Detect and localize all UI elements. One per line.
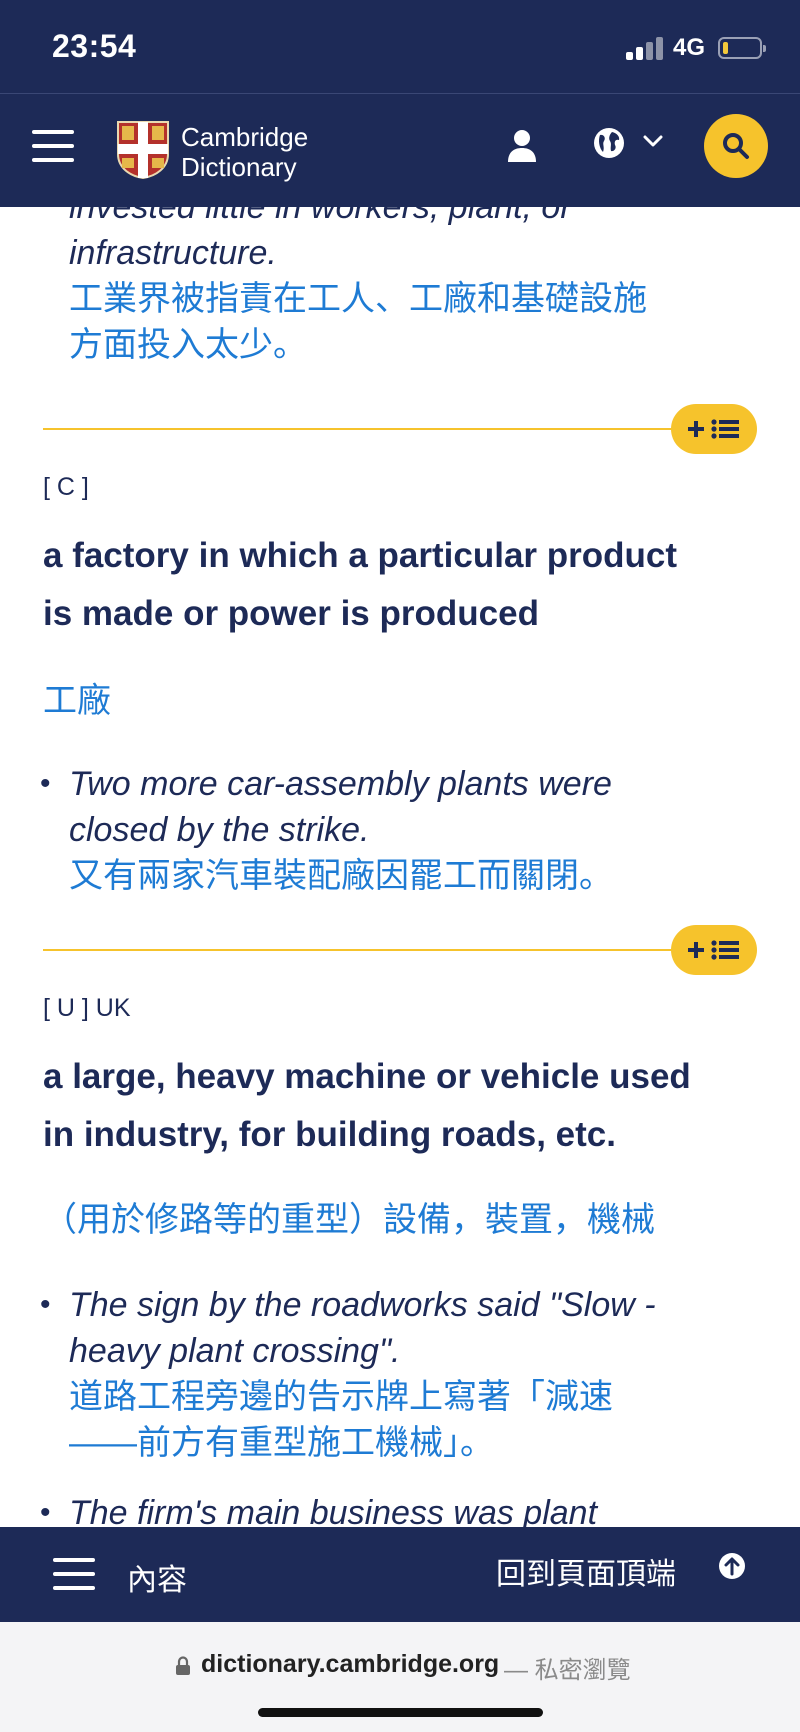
- cambridge-shield-icon: [117, 121, 169, 180]
- cambridge-dictionary-logo[interactable]: Cambridge Dictionary: [116, 116, 326, 184]
- bullet: •: [40, 1496, 51, 1527]
- add-to-wordlist-button[interactable]: [671, 404, 757, 454]
- entry-content: invested little in workers, plant, or in…: [0, 207, 800, 1527]
- definition-line: a large, heavy machine or vehicle used: [43, 1057, 691, 1096]
- bullet: •: [40, 1288, 51, 1321]
- example-translation-line: 方面投入太少。: [69, 326, 307, 364]
- example-translation-line: ——前方有重型施工機械」。: [69, 1424, 494, 1462]
- add-list-icon: [688, 419, 739, 439]
- definition-line: is made or power is produced: [43, 594, 539, 633]
- sense-divider: [43, 949, 743, 951]
- home-indicator[interactable]: [258, 1708, 543, 1717]
- network-type: 4G: [673, 34, 706, 61]
- example-sentence-line: closed by the strike.: [69, 811, 370, 849]
- globe-icon[interactable]: [592, 126, 626, 160]
- logo-line-1: Cambridge: [181, 122, 309, 152]
- site-header: Cambridge Dictionary: [0, 94, 800, 207]
- user-icon[interactable]: [506, 128, 538, 164]
- definition-line: a factory in which a particular product: [43, 536, 678, 575]
- battery-icon: [718, 37, 766, 59]
- add-list-icon: [688, 940, 739, 960]
- example-sentence-line: The firm's main business was plant: [69, 1494, 598, 1527]
- status-time: 23:54: [52, 28, 137, 64]
- browser-url-bar[interactable]: dictionary.cambridge.org — 私密瀏覽: [0, 1622, 800, 1732]
- menu-icon[interactable]: [32, 130, 74, 164]
- example-translation-line: 工業界被指責在工人、工廠和基礎設施: [69, 280, 647, 318]
- example-sentence-line: Two more car-assembly plants were: [69, 765, 612, 803]
- status-bar: 23:54 4G: [0, 0, 800, 94]
- grammar-label: [ U ] UK: [43, 994, 131, 1022]
- example-sentence-line: heavy plant crossing".: [69, 1332, 401, 1370]
- cellular-signal-icon: [626, 36, 666, 60]
- definition-translation: （用於修路等的重型）設備，裝置，機械: [43, 1201, 655, 1239]
- chevron-down-icon[interactable]: [643, 134, 663, 148]
- lock-icon: [176, 1656, 190, 1675]
- contents-button[interactable]: 內容: [127, 1555, 187, 1599]
- arrow-up-circle-icon[interactable]: [717, 1551, 747, 1581]
- private-browsing-label: — 私密瀏覽: [504, 1657, 631, 1684]
- definition-line: in industry, for building roads, etc.: [43, 1115, 616, 1154]
- back-to-top-button[interactable]: 回到頁面頂端: [496, 1549, 676, 1593]
- example-sentence-line: invested little in workers, plant, or: [69, 207, 572, 226]
- grammar-label: [ C ]: [43, 473, 89, 501]
- logo-text: Cambridge Dictionary: [181, 122, 308, 182]
- logo-line-2: Dictionary: [181, 152, 297, 182]
- example-sentence-line: infrastructure.: [69, 234, 277, 272]
- url-domain[interactable]: dictionary.cambridge.org: [201, 1650, 499, 1679]
- sense-divider: [43, 428, 743, 430]
- example-translation-line: 道路工程旁邊的告示牌上寫著「減速: [69, 1378, 613, 1416]
- search-icon: [723, 133, 749, 159]
- example-translation: 又有兩家汽車裝配廠因罷工而關閉。: [69, 857, 613, 895]
- bullet: •: [40, 767, 51, 800]
- bottom-nav-bar: 內容 回到頁面頂端: [0, 1527, 800, 1622]
- definition-translation: 工廠: [43, 682, 111, 720]
- search-button[interactable]: [704, 114, 768, 178]
- example-sentence-line: The sign by the roadworks said "Slow -: [69, 1286, 656, 1324]
- contents-menu-icon[interactable]: [53, 1558, 95, 1590]
- add-to-wordlist-button[interactable]: [671, 925, 757, 975]
